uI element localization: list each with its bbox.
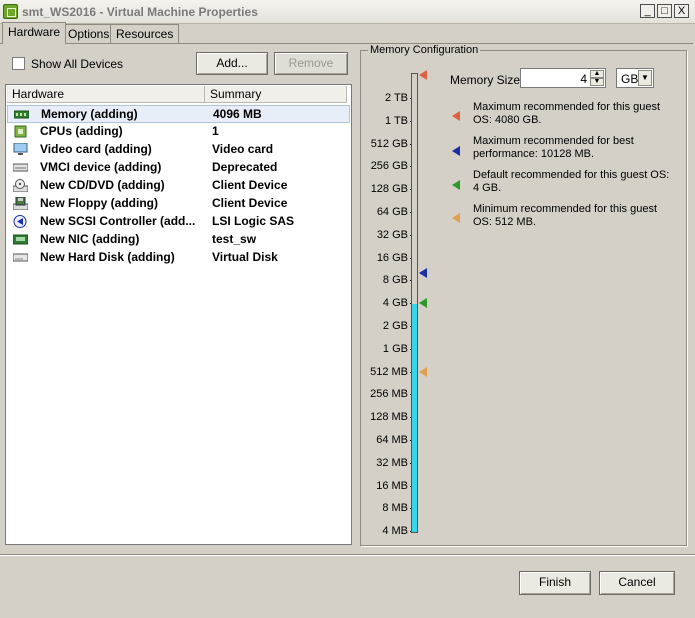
tab-options[interactable]: Options <box>62 24 116 43</box>
window-title: smt_WS2016 - Virtual Machine Properties <box>22 5 258 19</box>
scale-label: 64 MB <box>376 434 408 446</box>
table-row[interactable]: New NIC (adding) test_sw <box>7 231 350 249</box>
minimize-button[interactable]: _ <box>640 4 655 18</box>
scale-label: 128 MB <box>370 411 408 424</box>
scale-label: 16 MB <box>376 479 408 492</box>
bottom-divider <box>0 554 695 555</box>
row-name: VMCI device (adding) <box>40 160 162 174</box>
row-summary: 4096 MB <box>213 107 262 121</box>
scale-label: 16 GB <box>376 251 408 264</box>
show-all-devices-label: Show All Devices <box>31 57 124 71</box>
row-name: Video card (adding) <box>40 142 152 156</box>
scsi-icon <box>13 215 28 228</box>
default-recommended-legend-icon <box>452 180 460 190</box>
default-recommended-marker <box>419 298 427 308</box>
memory-icon <box>13 108 30 121</box>
harddisk-icon <box>12 251 29 264</box>
table-row[interactable]: New Floppy (adding) Client Device <box>7 195 350 213</box>
show-all-devices-checkbox[interactable] <box>12 57 25 70</box>
row-name: New CD/DVD (adding) <box>40 178 165 192</box>
chevron-down-icon[interactable]: ▼ <box>638 70 652 86</box>
row-summary: test_sw <box>212 232 257 246</box>
scale-label: 2 GB <box>382 320 408 332</box>
row-name: New Hard Disk (adding) <box>40 250 175 264</box>
row-name: CPUs (adding) <box>40 124 123 138</box>
table-row[interactable]: Memory (adding) 4096 MB <box>7 105 350 123</box>
row-summary: Client Device <box>212 178 288 192</box>
memory-size-input[interactable]: 4 ▲ ▼ <box>520 68 606 88</box>
table-row[interactable]: New SCSI Controller (add... LSI Logic SA… <box>7 213 350 231</box>
table-row[interactable]: New Hard Disk (adding) Virtual Disk <box>7 249 350 267</box>
row-summary: LSI Logic SAS <box>212 214 295 228</box>
tab-hardware[interactable]: Hardware <box>2 22 67 44</box>
remove-button[interactable]: Remove <box>274 52 348 75</box>
hardware-list[interactable]: Hardware Summary Memory (adding) 4096 MB… <box>5 84 352 545</box>
row-name: New Floppy (adding) <box>40 196 158 210</box>
tab-resources[interactable]: Resources <box>110 24 180 43</box>
row-summary: Virtual Disk <box>212 250 278 264</box>
row-summary: Client Device <box>212 196 288 210</box>
legend-max-recommended: Maximum recommended for this guest OS: 4… <box>473 101 661 126</box>
finish-button[interactable]: Finish <box>519 571 591 595</box>
scale-label: 256 MB <box>370 388 408 401</box>
min-recommended-legend-icon <box>452 213 460 223</box>
memory-size-value: 4 <box>580 72 587 86</box>
scale-label: 32 MB <box>376 456 408 469</box>
cancel-button[interactable]: Cancel <box>599 571 675 595</box>
cd-dvd-icon <box>12 179 29 193</box>
column-header-summary[interactable]: Summary <box>205 86 347 103</box>
best-performance-marker <box>419 268 427 278</box>
floppy-icon <box>12 196 29 211</box>
best-performance-legend-icon <box>452 146 460 156</box>
row-summary: 1 <box>212 124 219 138</box>
table-row[interactable]: CPUs (adding) 1 <box>7 123 350 141</box>
scale-label: 32 GB <box>376 228 408 241</box>
table-row[interactable]: Video card (adding) Video card <box>7 141 350 159</box>
add-button[interactable]: Add... <box>196 52 268 75</box>
row-name: New SCSI Controller (add... <box>40 214 196 228</box>
title-bar: smt_WS2016 - Virtual Machine Properties … <box>0 0 695 24</box>
max-recommended-legend-icon <box>452 111 460 121</box>
scale-label: 512 GB <box>370 137 408 150</box>
maximize-button[interactable]: □ <box>657 4 672 18</box>
scale-label: 8 MB <box>382 502 408 515</box>
memory-slider-fill <box>412 304 417 532</box>
table-row[interactable]: New CD/DVD (adding) Client Device <box>7 177 350 195</box>
legend-default-recommended: Default recommended for this guest OS: 4… <box>473 169 670 194</box>
scale-label: 128 GB <box>370 183 408 196</box>
memory-config-title: Memory Configuration <box>368 44 481 56</box>
scale-label: 4 MB <box>382 525 408 538</box>
row-summary: Deprecated <box>212 160 278 174</box>
spin-down-icon[interactable]: ▼ <box>590 78 604 86</box>
scale-label: 1 GB <box>382 342 408 355</box>
device-icon <box>12 161 29 174</box>
scale-label: 2 TB <box>384 92 408 104</box>
tab-divider <box>0 43 693 44</box>
close-button[interactable]: X <box>674 4 689 18</box>
scale-label: 512 MB <box>370 365 408 378</box>
legend-best-performance: Maximum recommended for best performance… <box>473 135 634 160</box>
scale-label: 4 GB <box>382 297 408 310</box>
nic-icon <box>12 233 29 246</box>
legend-min-recommended: Minimum recommended for this guest OS: 5… <box>473 203 658 228</box>
row-name: Memory (adding) <box>41 107 138 121</box>
max-recommended-marker <box>419 70 427 80</box>
monitor-icon <box>13 142 28 156</box>
memory-unit-value: GB <box>621 72 639 86</box>
table-row[interactable]: VMCI device (adding) Deprecated <box>7 159 350 177</box>
vm-app-icon <box>3 4 18 19</box>
scale-label: 64 GB <box>376 206 408 218</box>
cpu-icon <box>13 125 28 138</box>
memory-size-label: Memory Size: <box>450 73 524 87</box>
scale-label: 1 TB <box>384 114 408 127</box>
min-recommended-marker <box>419 367 427 377</box>
scale-label: 256 GB <box>370 160 408 173</box>
row-name: New NIC (adding) <box>40 232 140 246</box>
column-header-hardware[interactable]: Hardware <box>7 86 205 103</box>
memory-unit-select[interactable]: GB ▼ <box>616 68 654 88</box>
scale-label: 8 GB <box>382 274 408 287</box>
row-summary: Video card <box>212 142 274 156</box>
spin-up-icon[interactable]: ▲ <box>590 70 604 78</box>
